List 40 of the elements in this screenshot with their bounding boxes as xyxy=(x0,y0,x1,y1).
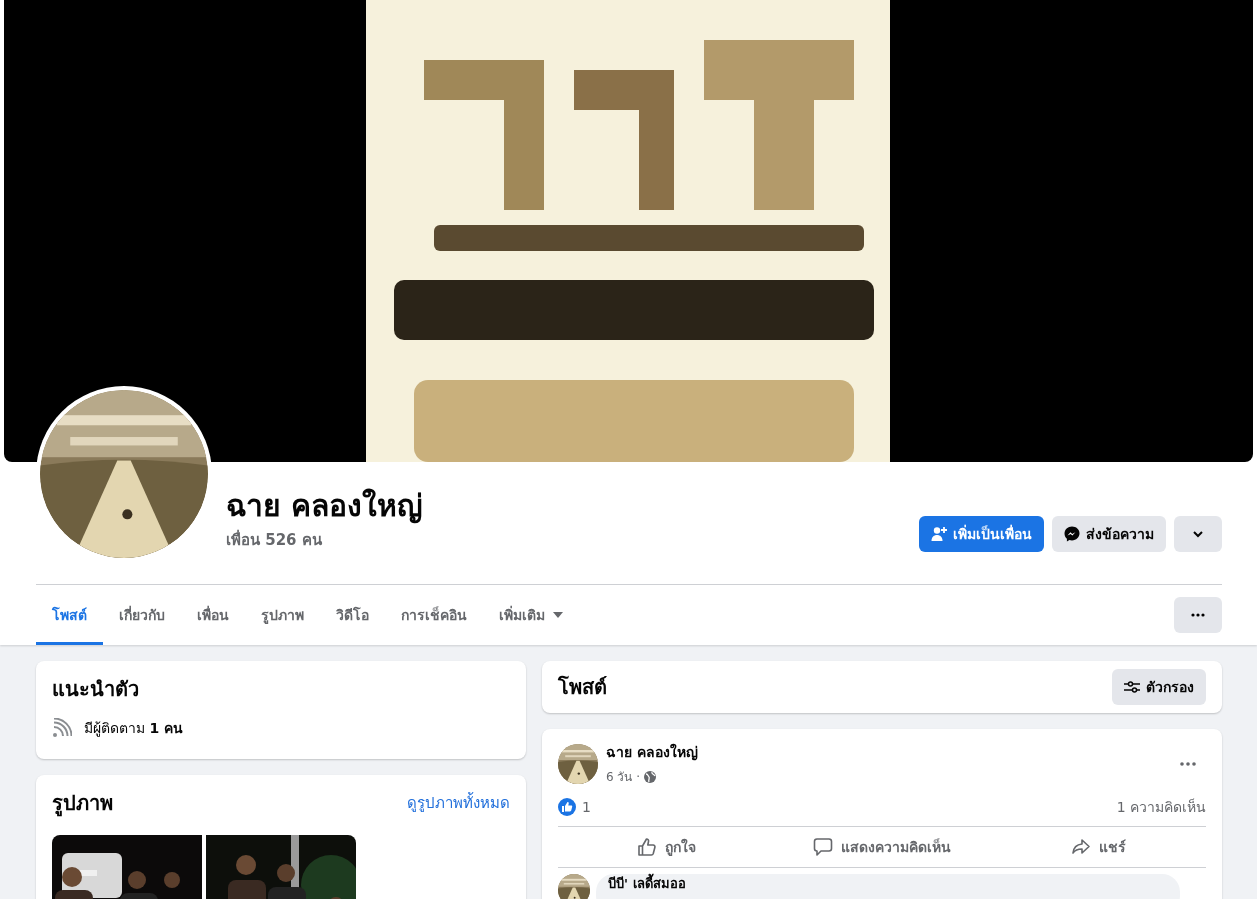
add-friend-button[interactable]: เพิ่มเป็นเพื่อน xyxy=(919,516,1044,552)
friends-count: เพื่อน 526 คน xyxy=(226,528,323,551)
like-button[interactable]: ถูกใจ xyxy=(558,827,774,867)
like-reaction-icon xyxy=(558,798,576,816)
card-title: รูปภาพ xyxy=(52,790,113,819)
ellipsis-icon xyxy=(1180,761,1196,766)
commenter-avatar xyxy=(558,874,590,899)
card-title: โพสต์ xyxy=(558,674,607,701)
profile-tab[interactable]: เกี่ยวกับ xyxy=(103,588,181,645)
thumbs-up-icon xyxy=(636,837,657,857)
card-title: แนะนำตัว xyxy=(52,676,140,703)
post-author[interactable]: ฉาย คลองใหญ่ xyxy=(606,741,698,763)
more-options-button[interactable] xyxy=(1174,597,1222,633)
profile-tab[interactable]: เพื่อน xyxy=(181,588,245,645)
followers-text: มีผู้ติดตาม 1 คน xyxy=(84,719,184,739)
author-avatar xyxy=(558,743,598,784)
dropdown-button[interactable] xyxy=(1174,516,1222,552)
sliders-icon xyxy=(1124,680,1140,694)
see-all-photos-link[interactable]: ดูรูปภาพทั้งหมด xyxy=(407,791,510,815)
profile-name: ฉาย คลองใหญ่ xyxy=(226,487,424,526)
ellipsis-icon xyxy=(1191,613,1205,617)
comment-count[interactable]: 1 ความคิดเห็น xyxy=(1116,796,1206,818)
profile-tab[interactable]: โพสต์ xyxy=(36,588,103,645)
speech-bubble-icon xyxy=(813,837,833,857)
add-friend-icon xyxy=(931,526,947,542)
messenger-icon xyxy=(1064,526,1080,542)
comment-button[interactable]: แสดงความคิดเห็น xyxy=(774,827,990,867)
profile-tab[interactable]: การเช็คอิน xyxy=(385,588,483,645)
share-button[interactable]: แชร์ xyxy=(990,827,1206,867)
more-menu-tab[interactable]: เพิ่มเติม xyxy=(483,588,579,645)
post-time: 6 วัน · xyxy=(606,769,641,786)
profile-tab[interactable]: วิดีโอ xyxy=(320,588,385,645)
globe-icon xyxy=(644,770,657,783)
like-count[interactable]: 1 xyxy=(582,799,591,815)
caret-icon xyxy=(553,612,563,618)
filter-button[interactable]: ตัวกรอง xyxy=(1112,669,1206,705)
rss-icon xyxy=(52,718,72,738)
message-button[interactable]: ส่งข้อความ xyxy=(1052,516,1166,552)
share-arrow-icon xyxy=(1070,837,1091,857)
profile-tab[interactable]: รูปภาพ xyxy=(245,588,320,645)
